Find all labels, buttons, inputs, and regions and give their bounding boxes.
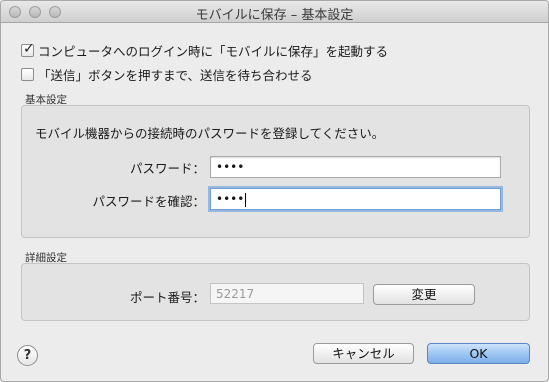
launch-on-login-label[interactable]: コンピュータへのログイン時に「モバイルに保存」を起動する	[38, 41, 388, 60]
checkmark-icon: ✓	[23, 40, 35, 57]
launch-on-login-option[interactable]: ✓ コンピュータへのログイン時に「モバイルに保存」を起動する	[21, 40, 388, 60]
password-description: モバイル機器からの接続時のパスワードを登録してください。	[35, 126, 385, 141]
confirm-password-field[interactable]: ••••	[210, 188, 501, 210]
confirm-password-value: ••••	[216, 192, 245, 206]
cancel-button[interactable]: キャンセル	[313, 343, 414, 364]
port-field: 52217	[210, 283, 364, 304]
password-field[interactable]: ••••	[210, 156, 501, 178]
wait-send-checkbox[interactable]	[21, 67, 34, 81]
window-title: モバイルに保存 – 基本設定	[195, 8, 354, 23]
wait-send-label[interactable]: 「送信」ボタンを押すまで、送信を待ち合わせる	[38, 65, 313, 84]
password-value: ••••	[216, 160, 245, 174]
confirm-password-label: パスワードを確認：	[92, 194, 205, 209]
wait-send-option[interactable]: 「送信」ボタンを押すまで、送信を待ち合わせる	[21, 65, 313, 84]
port-label: ポート番号：	[129, 290, 205, 305]
password-label: パスワード：	[129, 161, 205, 176]
title-bar: モバイルに保存 – 基本設定	[1, 1, 548, 23]
ok-button[interactable]: OK	[427, 343, 530, 364]
change-port-button[interactable]: 変更	[373, 284, 475, 305]
help-button[interactable]: ?	[17, 345, 38, 366]
text-caret	[245, 192, 247, 207]
launch-on-login-checkbox[interactable]: ✓	[21, 40, 35, 57]
preferences-window: モバイルに保存 – 基本設定 ✓ コンピュータへのログイン時に「モバイルに保存」…	[0, 0, 549, 382]
port-value: 52217	[216, 287, 255, 301]
question-mark-icon: ?	[23, 348, 32, 363]
